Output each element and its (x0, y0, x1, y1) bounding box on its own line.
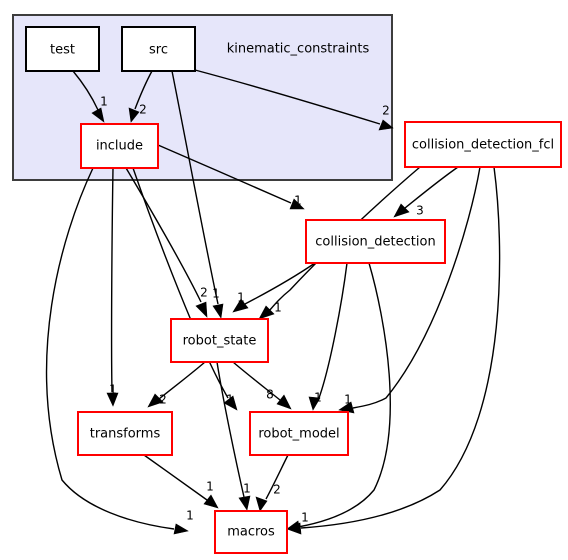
edge-robot-state-robot-model: 8 (232, 361, 292, 410)
edge-robot-state-macros: 1 (216, 361, 251, 511)
edge-robot-state-transforms: 2 (147, 361, 206, 408)
graph-canvas: kinematic_constraints 1 2 2 1 2 1 1 1 1 … (12, 14, 562, 554)
edge-include-transforms: 1 (106, 167, 119, 407)
node-src[interactable]: src (121, 26, 196, 72)
edge-label-src-robotstate: 1 (212, 287, 220, 301)
node-macros[interactable]: macros (214, 510, 288, 554)
edge-label-transforms-macros: 1 (206, 480, 214, 494)
edge-label-cdfcl-robotstate: 1 (274, 301, 282, 315)
cluster-label: kinematic_constraints (227, 42, 370, 57)
edge-label-cdfcl-robotmodel: 1 (344, 393, 352, 407)
edge-label-include-cd: 1 (294, 194, 302, 208)
node-transforms[interactable]: transforms (77, 411, 173, 456)
edge-label-robotstate-macros: 1 (243, 482, 251, 496)
node-test[interactable]: test (25, 26, 100, 72)
node-robot-state[interactable]: robot_state (170, 318, 269, 363)
edge-label-include-robotmodel: 1 (226, 393, 234, 407)
edge-cdfcl-collision-detection: 3 (393, 166, 459, 218)
dependency-graph: kinematic_constraints 1 2 2 1 2 1 1 1 1 … (0, 0, 568, 560)
edge-label-robotmodel-macros: 2 (273, 483, 281, 497)
node-robot-model[interactable]: robot_model (249, 411, 349, 456)
edge-label-src-include: 2 (139, 103, 147, 117)
edge-cd-robot-model: 1 (308, 262, 348, 411)
edge-label-cdfcl-cd: 3 (416, 204, 424, 218)
edge-robot-model-macros: 2 (255, 454, 289, 512)
node-collision-detection[interactable]: collision_detection (305, 219, 446, 264)
node-collision-detection-fcl[interactable]: collision_detection_fcl (404, 121, 562, 168)
edge-label-src-cdfcl: 2 (382, 104, 390, 118)
edge-label-robotstate-robotmodel: 8 (266, 388, 274, 402)
edge-label-include-macros: 1 (186, 509, 194, 523)
edge-label-cd-robotmodel: 1 (314, 391, 322, 405)
edge-label-include-transforms: 1 (109, 383, 117, 397)
edge-transforms-macros: 1 (143, 454, 219, 509)
edge-label-test-include: 1 (100, 95, 108, 109)
node-include[interactable]: include (80, 123, 159, 169)
edge-label-include-robotstate: 2 (200, 286, 208, 300)
edge-include-robot-model: 1 (132, 167, 238, 411)
edge-label-cd-robotstate: 1 (237, 291, 245, 305)
edge-label-cdfcl-macros: 1 (301, 511, 309, 525)
edge-label-robotstate-transforms: 2 (159, 393, 167, 407)
edge-cd-macros (286, 262, 391, 532)
